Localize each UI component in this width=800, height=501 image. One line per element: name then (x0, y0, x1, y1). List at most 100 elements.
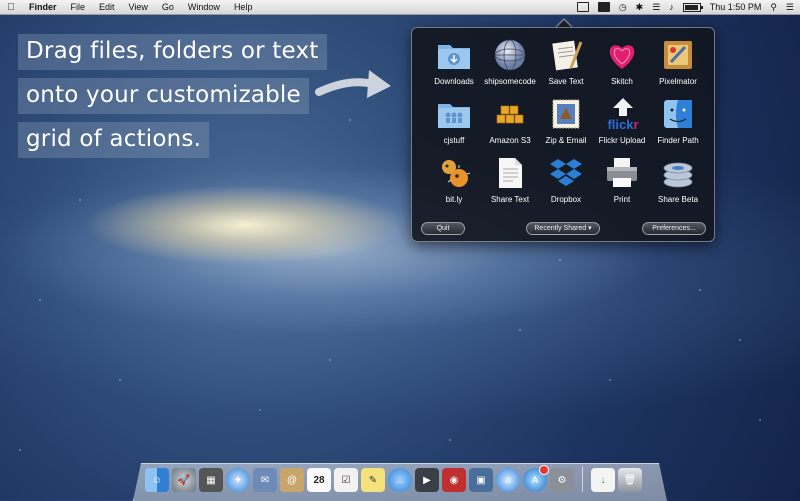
launchpad-icon[interactable]: 🚀 (172, 468, 196, 492)
action-pixelmator[interactable]: Pixelmator (650, 36, 706, 95)
action-label: cjstuff (443, 136, 465, 145)
preferences-button[interactable]: Preferences... (642, 222, 706, 235)
action-label: Finder Path (657, 136, 699, 145)
action-shipsomecode[interactable]: shipsomecode (482, 36, 538, 95)
finder-icon[interactable]: ☺ (145, 468, 169, 492)
iphoto-icon[interactable]: ▣ (469, 468, 493, 492)
action-flickr-upload[interactable]: flickr Flickr Upload (594, 95, 650, 154)
menu-bar:  Finder File Edit View Go Window Help ◷… (0, 0, 800, 15)
action-label: Print (613, 195, 631, 204)
dropbox-icon (547, 154, 585, 192)
action-bitly[interactable]: bit.ly (426, 154, 482, 213)
action-label: Share Beta (657, 195, 699, 204)
panel-footer: Quit Recently Shared ▾ Preferences... (412, 222, 714, 235)
dropzone-panel: Downloads shipsomecode Save Text Skitch (411, 27, 715, 242)
action-grid: Downloads shipsomecode Save Text Skitch (426, 36, 706, 213)
shared-folder-icon (435, 95, 473, 133)
downloads-folder-icon (435, 36, 473, 74)
menu-window[interactable]: Window (181, 0, 227, 14)
quit-button[interactable]: Quit (421, 222, 465, 235)
menu-help[interactable]: Help (227, 0, 260, 14)
action-label: Zip & Email (545, 136, 587, 145)
menu-file[interactable]: File (64, 0, 93, 14)
action-label: Downloads (434, 77, 474, 86)
skitch-heart-icon (603, 36, 641, 74)
svg-text:flickr: flickr (607, 117, 638, 132)
update-badge (539, 465, 549, 475)
volume-icon[interactable]: ♪ (669, 0, 674, 14)
zip-email-stamp-icon (547, 95, 585, 133)
recently-shared-dropdown[interactable]: Recently Shared ▾ (526, 222, 600, 235)
action-label: Save Text (548, 77, 584, 86)
action-print[interactable]: Print (594, 154, 650, 213)
flickr-upload-icon: flickr (603, 95, 641, 133)
network-globe-icon (491, 36, 529, 74)
action-dropbox[interactable]: Dropbox (538, 154, 594, 213)
share-disks-icon (659, 154, 697, 192)
photo-booth-icon[interactable]: ◉ (442, 468, 466, 492)
time-machine-icon[interactable]: ◷ (619, 0, 627, 14)
dock-icons: ☺ 🚀 ▦ ✦ ✉ @ 28 ☑ ✎ … ▶ ◉ ▣ ♫ A ⚙ ↓ 🗑 (145, 465, 642, 492)
amazon-s3-cubes-icon (491, 95, 529, 133)
action-share-text[interactable]: Share Text (482, 154, 538, 213)
notification-center-icon[interactable]: ☰ (786, 0, 794, 14)
battery-icon[interactable] (682, 2, 703, 12)
printer-icon (603, 154, 641, 192)
dock-separator (582, 466, 583, 492)
action-label: Flickr Upload (598, 136, 646, 145)
action-cjstuff[interactable]: cjstuff (426, 95, 482, 154)
dropzone-status-icon[interactable] (576, 2, 589, 12)
action-amazon-s3[interactable]: Amazon S3 (482, 95, 538, 154)
downloads-stack-icon[interactable]: ↓ (591, 468, 615, 492)
text-document-icon (491, 154, 529, 192)
status-area: ◷ ✱ ☰ ♪ Thu 1:50 PM ⚲ ☰ (576, 0, 800, 14)
action-zip-email[interactable]: Zip & Email (538, 95, 594, 154)
system-preferences-icon[interactable]: ⚙ (550, 468, 574, 492)
spotlight-search-icon[interactable]: ⚲ (770, 0, 777, 14)
mission-control-icon[interactable]: ▦ (199, 468, 223, 492)
menu-app-name[interactable]: Finder (22, 0, 64, 14)
contacts-icon[interactable]: @ (280, 468, 304, 492)
facetime-icon[interactable]: ▶ (415, 468, 439, 492)
mail-icon[interactable]: ✉ (253, 468, 277, 492)
action-label: shipsomecode (484, 77, 536, 86)
menu-view[interactable]: View (122, 0, 155, 14)
app-store-icon[interactable]: A (523, 465, 549, 492)
action-label: Dropbox (550, 195, 582, 204)
pointer-arrow-icon (315, 70, 391, 98)
recently-shared-label: Recently Shared (534, 225, 587, 232)
action-label: Skitch (611, 77, 633, 86)
action-label: Pixelmator (659, 77, 697, 86)
action-share-beta[interactable]: Share Beta (650, 154, 706, 213)
promo-line-3: grid of actions. (18, 122, 210, 158)
promo-line-2: onto your customizable (18, 78, 309, 114)
action-label: Share Text (490, 195, 530, 204)
action-save-text[interactable]: Save Text (538, 36, 594, 95)
display-mirror-icon[interactable] (597, 2, 610, 12)
trash-icon[interactable]: 🗑 (618, 468, 642, 492)
menu-clock[interactable]: Thu 1:50 PM (710, 2, 762, 12)
promo-text: Drag files, folders or text onto your cu… (18, 34, 327, 166)
notes-icon[interactable]: ✎ (361, 468, 385, 492)
messages-icon[interactable]: … (388, 468, 412, 492)
action-finder-path[interactable]: Finder Path (650, 95, 706, 154)
calendar-icon[interactable]: 28 (307, 468, 331, 492)
promo-line-1: Drag files, folders or text (18, 34, 327, 70)
itunes-icon[interactable]: ♫ (496, 468, 520, 492)
save-text-icon (547, 36, 585, 74)
bitly-blowfish-icon (435, 154, 473, 192)
menu-edit[interactable]: Edit (92, 0, 122, 14)
pixelmator-icon (659, 36, 697, 74)
wifi-icon[interactable]: ☰ (652, 0, 660, 14)
finder-face-icon (659, 95, 697, 133)
chevron-down-icon: ▾ (588, 225, 592, 232)
apple-menu-icon[interactable]:  (0, 2, 22, 13)
safari-icon[interactable]: ✦ (226, 468, 250, 492)
action-downloads[interactable]: Downloads (426, 36, 482, 95)
action-label: Amazon S3 (489, 136, 531, 145)
bluetooth-icon[interactable]: ✱ (636, 0, 644, 14)
reminders-icon[interactable]: ☑ (334, 468, 358, 492)
action-skitch[interactable]: Skitch (594, 36, 650, 95)
action-label: bit.ly (445, 195, 463, 204)
menu-go[interactable]: Go (155, 0, 181, 14)
